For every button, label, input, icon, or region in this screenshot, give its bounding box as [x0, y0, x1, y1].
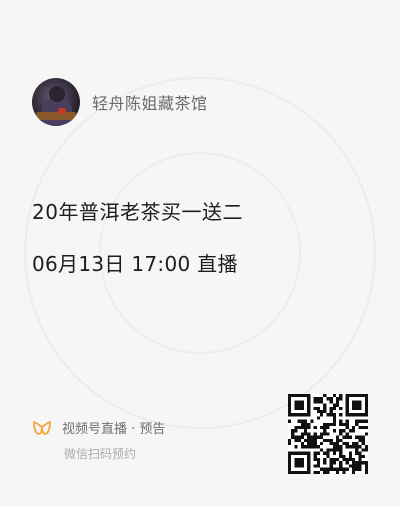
brand-row: 视频号直播 · 预告 [32, 418, 165, 437]
qr-code[interactable] [288, 394, 368, 474]
host-info: 轻舟陈姐藏茶馆 [32, 78, 208, 126]
live-schedule: 06月13日 17:00 直播 [32, 252, 238, 276]
footer: 视频号直播 · 预告 微信扫码预约 [32, 418, 165, 462]
host-name: 轻舟陈姐藏茶馆 [92, 94, 208, 113]
wechat-channels-icon [33, 420, 51, 435]
scan-hint: 微信扫码预约 [64, 447, 137, 461]
avatar[interactable] [32, 78, 80, 126]
live-preview-card: 轻舟陈姐藏茶馆 20年普洱老茶买一送二 06月13日 17:00 直播 视频号直… [0, 0, 400, 506]
brand-label: 视频号直播 · 预告 [62, 422, 166, 437]
live-title: 20年普洱老茶买一送二 [32, 200, 243, 224]
